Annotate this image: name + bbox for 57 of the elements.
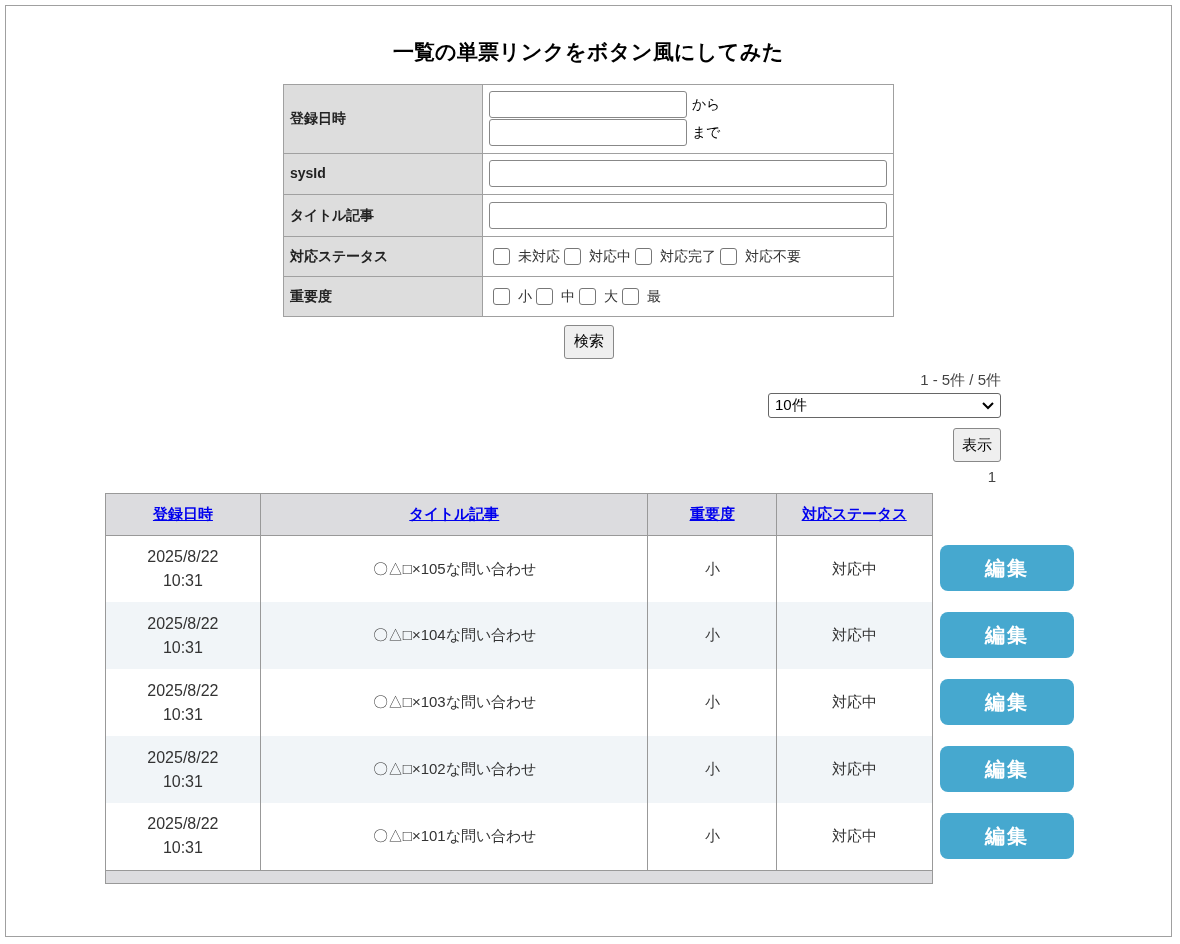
priority-cell: 小 (704, 693, 720, 711)
show-button[interactable]: 表示 (953, 428, 1001, 462)
checkbox-label: 対応中 (589, 246, 631, 266)
date-cell-text: 2025/8/22 10:31 (146, 814, 220, 859)
field-suffix: から (692, 95, 720, 114)
field-label: 登録日時 (290, 110, 346, 126)
field-suffix: まで (692, 123, 720, 142)
status-cell: 対応中 (831, 693, 877, 711)
checkbox[interactable] (579, 287, 596, 305)
checkbox[interactable] (564, 247, 581, 265)
page-size-select[interactable]: 10件 (768, 393, 1001, 418)
title-field[interactable] (489, 201, 887, 229)
field-label: 重要度 (290, 287, 332, 304)
chevron-down-icon (982, 401, 994, 410)
field-label: 対応ステータス (290, 247, 388, 264)
status-cell: 対応中 (831, 827, 877, 844)
title-cell: 〇△□×104な問い合わせ (372, 626, 536, 644)
date-cell-text: 2025/8/22 10:31 (146, 747, 220, 792)
title-cell: 〇△□×103な問い合わせ (372, 693, 536, 711)
date-from-field[interactable] (489, 91, 687, 118)
sort-link[interactable]: タイトル記事 (409, 504, 500, 522)
priority-cell: 小 (704, 626, 720, 644)
status-cell: 対応中 (831, 559, 877, 577)
checkbox-label: 中 (561, 286, 575, 306)
sysid-field[interactable] (489, 160, 887, 187)
date-cell-text: 2025/8/22 10:31 (146, 680, 220, 725)
checkbox[interactable] (720, 247, 737, 265)
title-cell: 〇△□×101な問い合わせ (372, 827, 536, 844)
status-cell: 対応中 (831, 760, 877, 778)
checkbox-label: 対応完了 (660, 246, 716, 266)
priority-cell: 小 (704, 827, 720, 844)
date-cell-text: 2025/8/22 10:31 (146, 613, 220, 658)
date-to-field[interactable] (489, 119, 687, 146)
field-label: sysId (290, 165, 326, 181)
checkbox-label: 小 (518, 286, 532, 306)
checkbox[interactable] (536, 287, 553, 305)
checkbox-label: 未対応 (518, 246, 560, 266)
checkbox[interactable] (622, 287, 639, 305)
priority-cell: 小 (704, 760, 720, 778)
checkbox[interactable] (493, 287, 510, 305)
sort-link[interactable]: 重要度 (689, 504, 735, 522)
page-number[interactable]: 1 (987, 466, 996, 489)
result-count: 1 - 5件 / 5件 (920, 369, 1001, 390)
checkbox[interactable] (635, 247, 652, 265)
sort-link[interactable]: 登録日時 (152, 504, 213, 522)
checkbox-label: 対応不要 (745, 246, 801, 266)
date-cell-text: 2025/8/22 10:31 (146, 546, 220, 591)
page-title: 一覧の単票リンクをボタン風にしてみた (393, 39, 784, 65)
checkbox-label: 大 (604, 286, 618, 306)
checkbox-label: 最 (647, 286, 661, 306)
title-cell: 〇△□×102な問い合わせ (372, 760, 536, 778)
title-cell: 〇△□×105な問い合わせ (372, 559, 536, 577)
priority-cell: 小 (704, 559, 720, 577)
field-label: タイトル記事 (290, 206, 374, 223)
checkbox[interactable] (493, 247, 510, 265)
search-button[interactable]: 検索 (563, 324, 614, 359)
status-cell: 対応中 (831, 626, 877, 644)
